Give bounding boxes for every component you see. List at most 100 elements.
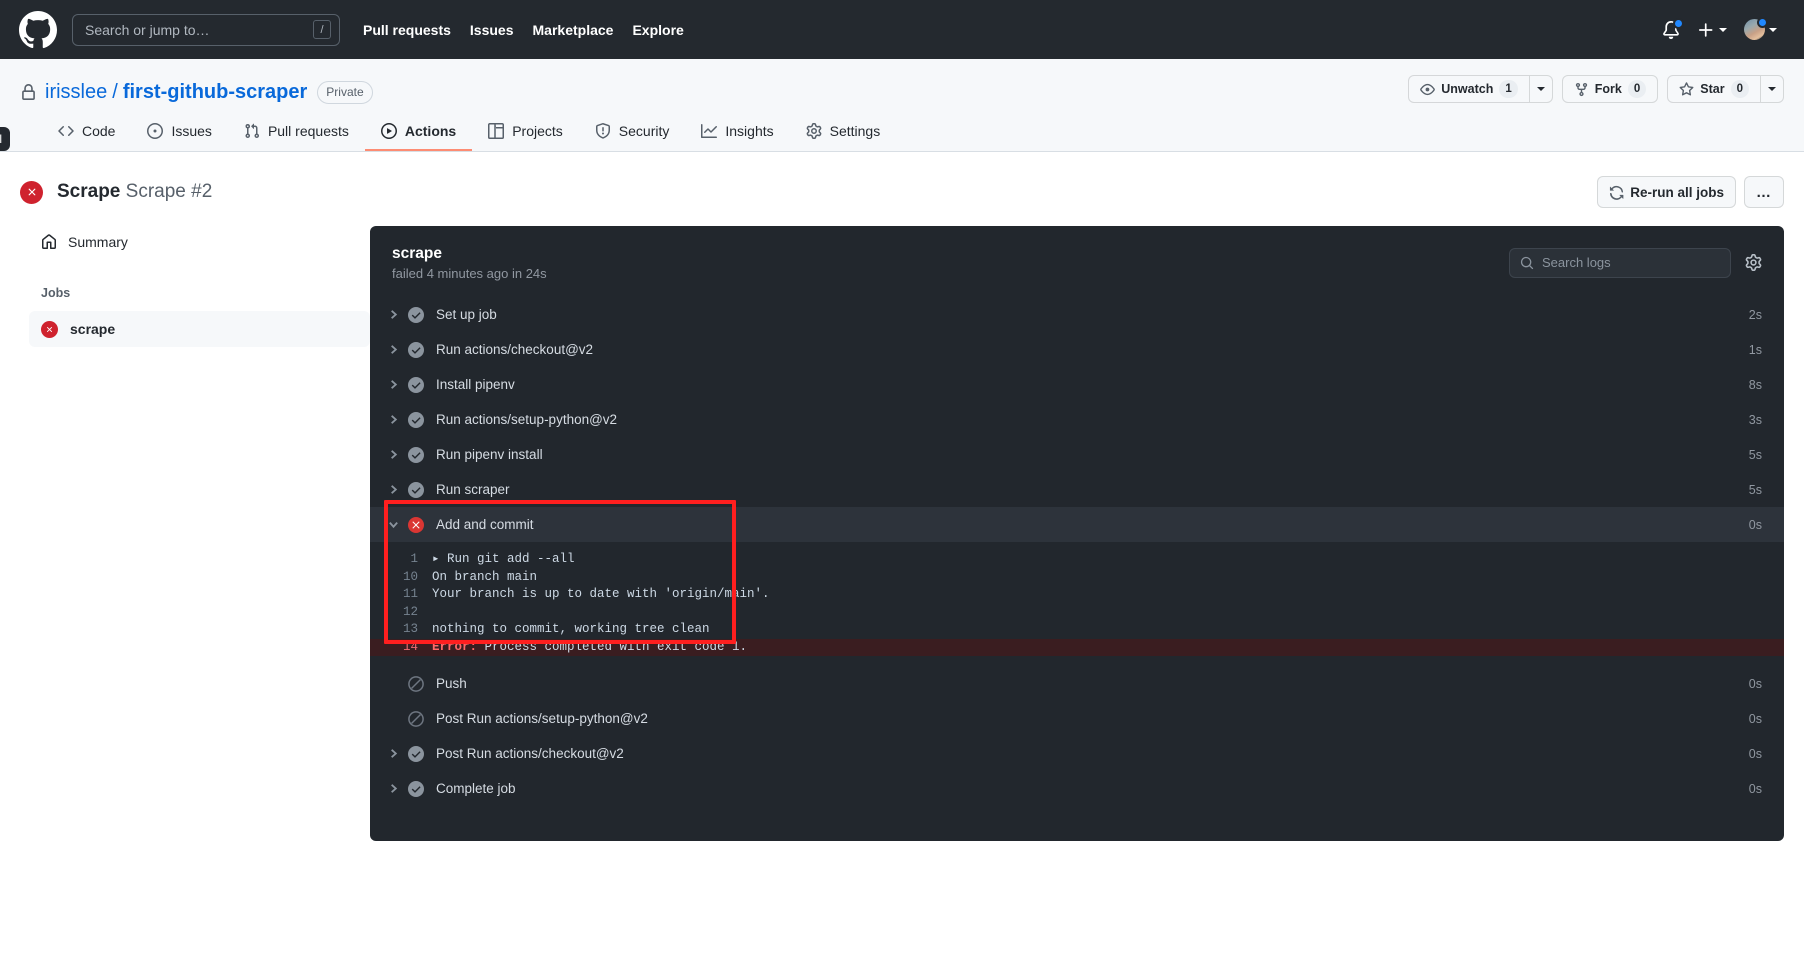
search-logs-placeholder: Search logs <box>1542 255 1611 270</box>
chevron-down-icon[interactable] <box>384 519 402 530</box>
chevron-right-icon[interactable] <box>384 484 402 495</box>
search-logs-input[interactable]: Search logs <box>1509 247 1731 278</box>
notifications-button[interactable] <box>1662 17 1684 39</box>
chevron-right-icon[interactable] <box>384 379 402 390</box>
graph-icon <box>701 123 718 139</box>
tab-insights[interactable]: Insights <box>685 115 789 151</box>
step-row[interactable]: Run scraper 5s <box>370 472 1784 507</box>
tab-security[interactable]: Security <box>579 115 686 151</box>
eye-icon <box>1420 82 1436 97</box>
re-run-all-jobs-button[interactable]: Re-run all jobs <box>1597 176 1736 208</box>
step-duration: 0s <box>1748 517 1762 532</box>
step-row[interactable]: Run actions/checkout@v2 1s <box>370 332 1784 367</box>
star-icon <box>1679 81 1694 97</box>
tab-insights-label: Insights <box>725 123 774 139</box>
nav-explore[interactable]: Explore <box>632 22 683 38</box>
step-label: Push <box>436 676 467 691</box>
fork-label: Fork <box>1594 82 1622 96</box>
step-row[interactable]: Push 0s <box>370 666 1784 701</box>
watch-count: 1 <box>1499 80 1518 98</box>
log-line: 13 nothing to commit, working tree clean <box>370 621 1784 639</box>
step-row[interactable]: Set up job 2s <box>370 297 1784 332</box>
code-icon <box>58 123 74 139</box>
search-input[interactable]: Search or jump to… / <box>72 13 340 46</box>
tooltip-fragment: nal <box>0 127 11 151</box>
watch-dropdown-button[interactable] <box>1528 75 1553 103</box>
step-row[interactable]: Add and commit 0s <box>370 507 1784 542</box>
step-label: Complete job <box>436 781 516 796</box>
step-label: Add and commit <box>436 517 534 532</box>
star-dropdown-button[interactable] <box>1760 75 1784 103</box>
step-row[interactable]: Post Run actions/checkout@v2 0s <box>370 736 1784 771</box>
repo-owner-link[interactable]: irisslee <box>45 81 107 104</box>
log-line-text: Error: Process completed with exit code … <box>432 639 748 654</box>
create-new-button[interactable] <box>1697 21 1727 39</box>
step-duration: 8s <box>1748 377 1762 392</box>
fork-count: 0 <box>1627 80 1647 98</box>
workflow-run-header: Scrape Scrape #2 Re-run all jobs … <box>0 152 1804 226</box>
tab-settings[interactable]: Settings <box>790 115 897 151</box>
repo-path-separator: / <box>112 80 118 103</box>
step-label: Run actions/setup-python@v2 <box>436 412 618 427</box>
search-shortcut-key: / <box>313 20 331 39</box>
chevron-down-icon <box>1768 87 1776 91</box>
logs-header: scrape failed 4 minutes ago in 24s Searc… <box>370 226 1784 297</box>
repo-name-link[interactable]: first-github-scraper <box>123 81 307 104</box>
nav-issues[interactable]: Issues <box>470 22 514 38</box>
step-row[interactable]: Run actions/setup-python@v2 3s <box>370 402 1784 437</box>
tab-actions[interactable]: Actions <box>364 115 473 151</box>
star-button[interactable]: Star 0 <box>1667 75 1760 103</box>
chevron-right-icon[interactable] <box>384 748 402 759</box>
unwatch-label: Unwatch <box>1441 82 1494 96</box>
step-log-output: 1 ▸ Run git add --all 10 On branch main 11 Yo… <box>370 542 1784 666</box>
chevron-right-icon[interactable] <box>384 309 402 320</box>
project-icon <box>488 123 505 139</box>
step-label: Run pipenv install <box>436 447 543 462</box>
check-circle-fill-icon <box>408 376 424 393</box>
step-row[interactable]: Complete job 0s <box>370 771 1784 806</box>
log-line: 14 Error: Process completed with exit cod… <box>370 638 1784 656</box>
github-mark-icon[interactable] <box>19 10 57 49</box>
step-row[interactable]: Post Run actions/setup-python@v2 0s <box>370 701 1784 736</box>
sidebar-item-summary[interactable]: Summary <box>29 226 370 258</box>
tab-code-label: Code <box>82 123 116 139</box>
chevron-right-icon[interactable] <box>384 449 402 460</box>
search-placeholder: Search or jump to… <box>85 21 210 38</box>
log-line-number: 1 <box>410 552 418 566</box>
chevron-down-icon <box>1719 27 1727 32</box>
chevron-right-icon[interactable] <box>384 783 402 794</box>
global-nav: Pull requests Issues Marketplace Explore <box>363 22 684 38</box>
gear-icon[interactable] <box>1745 254 1762 271</box>
step-row[interactable]: Run pipenv install 5s <box>370 437 1784 472</box>
check-circle-fill-icon <box>408 780 424 797</box>
fork-button[interactable]: Fork 0 <box>1561 75 1659 103</box>
step-row[interactable]: Install pipenv 8s <box>370 367 1784 402</box>
step-label: Post Run actions/setup-python@v2 <box>436 711 648 726</box>
logs-job-status: failed 4 minutes ago in 24s <box>392 266 547 281</box>
unwatch-button[interactable]: Unwatch 1 <box>1408 75 1529 103</box>
step-label: Install pipenv <box>436 377 515 392</box>
nav-marketplace[interactable]: Marketplace <box>533 22 614 38</box>
gear-icon <box>806 123 822 139</box>
step-label: Run actions/checkout@v2 <box>436 342 594 357</box>
tab-projects-label: Projects <box>512 123 563 139</box>
tab-code[interactable]: Code <box>42 115 131 151</box>
logs-job-name: scrape <box>392 245 442 262</box>
step-duration: 3s <box>1748 412 1762 427</box>
step-duration: 1s <box>1748 342 1762 357</box>
star-button-group: Star 0 <box>1667 75 1784 103</box>
chevron-right-icon[interactable] <box>384 414 402 425</box>
chevron-right-icon[interactable] <box>384 344 402 355</box>
sidebar-job-scrape[interactable]: scrape <box>29 311 370 347</box>
user-menu-button[interactable] <box>1744 17 1777 40</box>
log-line: 12 <box>370 604 1784 622</box>
more-options-button[interactable]: … <box>1744 176 1784 208</box>
nav-pull-requests[interactable]: Pull requests <box>363 22 451 38</box>
tab-projects[interactable]: Projects <box>472 115 579 151</box>
tab-issues[interactable]: Issues <box>131 115 227 151</box>
run-status-failure-icon <box>20 180 43 204</box>
home-icon <box>41 234 57 250</box>
search-icon <box>1520 256 1534 269</box>
tab-actions-label: Actions <box>404 123 457 139</box>
tab-pull-requests[interactable]: Pull requests <box>228 115 365 151</box>
